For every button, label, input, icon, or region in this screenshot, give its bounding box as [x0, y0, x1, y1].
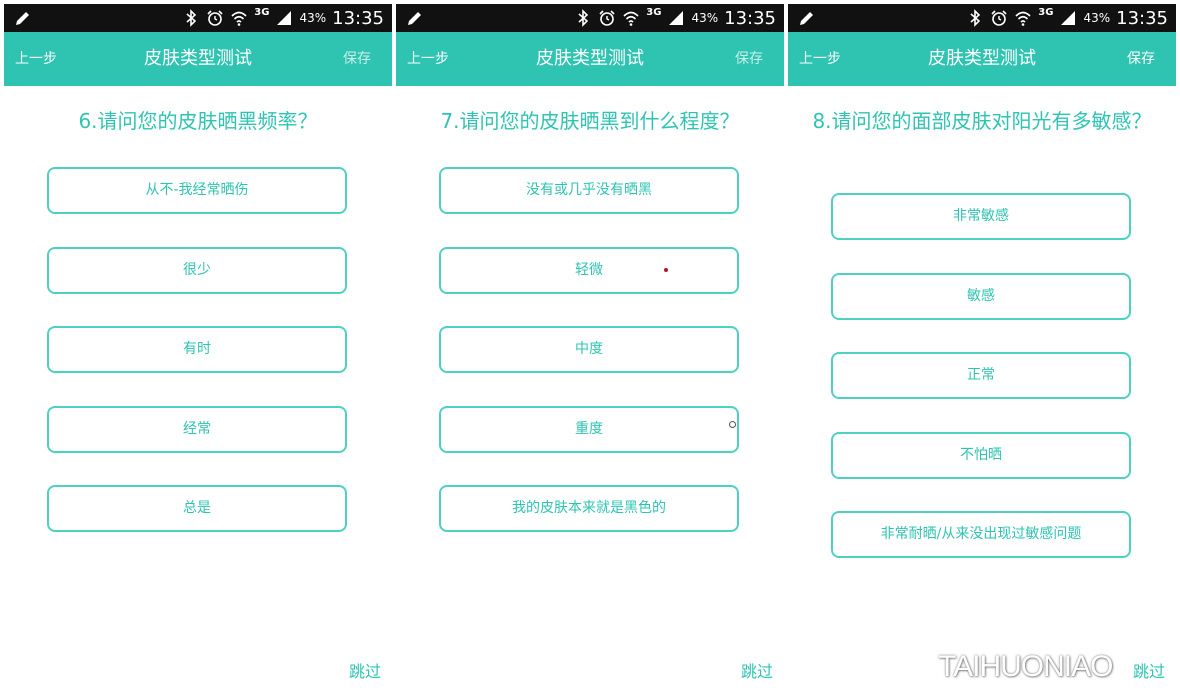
answer-option[interactable]: 敏感 [831, 273, 1131, 320]
app-bar: 上一步 皮肤类型测试 保存 [396, 32, 784, 86]
answer-option[interactable]: 正常 [831, 352, 1131, 399]
edit-icon [16, 12, 29, 25]
signal-icon [277, 11, 292, 25]
app-bar: 上一步 皮肤类型测试 保存 [4, 32, 392, 86]
answer-option[interactable]: 非常敏感 [831, 193, 1131, 240]
phone-screen-1: 3G 43% 13:35 上一步 皮肤类型测试 保存 6.请问您的皮肤晒黑频率？… [4, 4, 392, 697]
question-text: 8.请问您的面部皮肤对阳光有多敏感？ [812, 109, 1152, 133]
clock: 13:35 [1116, 7, 1168, 29]
battery-level: 43% [691, 11, 719, 25]
question-text: 6.请问您的皮肤晒黑频率？ [78, 109, 318, 133]
signal-icon [669, 11, 684, 25]
wifi-icon [1015, 11, 1031, 26]
clock: 13:35 [332, 7, 384, 29]
save-button[interactable]: 保存 [343, 32, 371, 86]
alarm-icon [207, 10, 223, 26]
bluetooth-icon [970, 9, 981, 27]
answer-option[interactable]: 不怕晒 [831, 432, 1131, 479]
network-type: 3G [254, 7, 270, 18]
status-bar: 3G 43% 13:35 [4, 4, 392, 32]
page-title: 皮肤类型测试 [144, 48, 252, 69]
skip-button[interactable]: 跳过 [1133, 658, 1165, 682]
wifi-icon [231, 11, 247, 26]
page-title: 皮肤类型测试 [536, 48, 644, 69]
status-bar: 3G 43% 13:35 [788, 4, 1176, 32]
answer-option[interactable]: 总是 [47, 485, 347, 532]
answer-option[interactable]: 轻微 [439, 247, 739, 294]
bluetooth-icon [186, 9, 197, 27]
touch-ring [729, 421, 736, 428]
page-title: 皮肤类型测试 [928, 48, 1036, 69]
answer-option[interactable]: 很少 [47, 247, 347, 294]
answer-option[interactable]: 中度 [439, 326, 739, 373]
app-bar: 上一步 皮肤类型测试 保存 [788, 32, 1176, 86]
battery-level: 43% [1083, 11, 1111, 25]
phone-screen-2: 3G 43% 13:35 上一步 皮肤类型测试 保存 7.请问您的皮肤晒黑到什么… [396, 4, 784, 697]
wifi-icon [623, 11, 639, 26]
question-text: 7.请问您的皮肤晒黑到什么程度？ [440, 109, 740, 133]
answer-option[interactable]: 重度 [439, 406, 739, 453]
save-button[interactable]: 保存 [1127, 32, 1155, 86]
answer-option[interactable]: 有时 [47, 326, 347, 373]
skip-button[interactable]: 跳过 [349, 658, 381, 682]
answer-option[interactable]: 非常耐晒/从来没出现过敏感问题 [831, 511, 1131, 558]
skip-button[interactable]: 跳过 [741, 658, 773, 682]
answer-option[interactable]: 我的皮肤本来就是黑色的 [439, 485, 739, 532]
touch-dot [664, 268, 668, 272]
save-button[interactable]: 保存 [735, 32, 763, 86]
network-type: 3G [1038, 7, 1054, 18]
alarm-icon [991, 10, 1007, 26]
signal-icon [1061, 11, 1076, 25]
edit-icon [408, 12, 421, 25]
clock: 13:35 [724, 7, 776, 29]
battery-level: 43% [299, 11, 327, 25]
watermark-text: TAIHUONIAO [938, 650, 1113, 683]
edit-icon [800, 12, 813, 25]
answer-option[interactable]: 从不-我经常晒伤 [47, 167, 347, 214]
answer-option[interactable]: 经常 [47, 406, 347, 453]
alarm-icon [599, 10, 615, 26]
bluetooth-icon [578, 9, 589, 27]
answer-option[interactable]: 没有或几乎没有晒黑 [439, 167, 739, 214]
network-type: 3G [646, 7, 662, 18]
status-bar: 3G 43% 13:35 [396, 4, 784, 32]
phone-screen-3: 3G 43% 13:35 上一步 皮肤类型测试 保存 8.请问您的面部皮肤对阳光… [788, 4, 1176, 697]
